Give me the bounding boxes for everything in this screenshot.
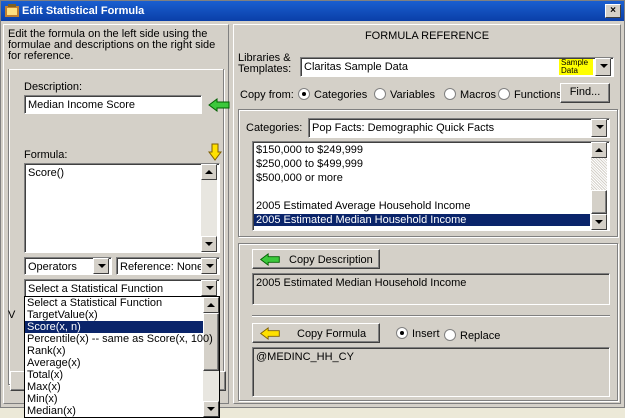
description-input[interactable]: Median Income Score: [24, 95, 202, 114]
obscured-label: V: [8, 309, 16, 321]
stat-option[interactable]: Median(x): [25, 405, 203, 417]
chevron-down-icon[interactable]: [93, 258, 109, 274]
chevron-down-icon[interactable]: [591, 119, 607, 137]
categories-label: Categories:: [246, 122, 303, 134]
stat-option[interactable]: Percentile(x) -- same as Score(x, 100): [25, 333, 213, 345]
stat-option[interactable]: Select a Statistical Function: [25, 297, 203, 309]
variable-item[interactable]: 2005 Estimated Average Household Income: [254, 200, 590, 212]
title-bar[interactable]: Edit Statistical Formula ×: [1, 1, 624, 21]
radio-categories-label: Categories: [314, 89, 368, 101]
formula-preview: @MEDINC_HH_CY: [252, 347, 610, 397]
variable-item[interactable]: 2005 Estimated Median Household Income: [254, 214, 590, 226]
radio-replace-label: Replace: [460, 330, 501, 342]
left-arrow-yellow-icon: [259, 327, 280, 340]
left-arrow-green-icon: [259, 253, 280, 266]
dialog-window: Edit Statistical Formula × Edit the form…: [0, 0, 625, 418]
copy-to-description-icon[interactable]: [208, 98, 230, 112]
copy-description-button[interactable]: Copy Description: [252, 249, 380, 269]
radio-insert[interactable]: [396, 327, 408, 339]
libraries-label: Libraries & Templates:: [238, 52, 292, 75]
dropdown-scrollbar[interactable]: [203, 297, 219, 417]
scroll-up-icon[interactable]: [591, 142, 607, 158]
variable-item[interactable]: $250,000 to $499,999: [254, 158, 590, 170]
scroll-down-icon[interactable]: [591, 214, 607, 230]
stat-option[interactable]: TargetValue(x): [25, 309, 203, 321]
chevron-down-icon[interactable]: [595, 58, 611, 76]
left-panel: Edit the formula on the left side using …: [3, 24, 230, 418]
close-button[interactable]: ×: [605, 4, 621, 18]
find-button[interactable]: Find...: [560, 83, 610, 103]
variable-item[interactable]: [254, 186, 590, 198]
description-label: Description:: [24, 81, 83, 93]
stat-function-dropdown-list[interactable]: Select a Statistical Function TargetValue…: [24, 296, 220, 418]
radio-variables-label: Variables: [390, 89, 436, 101]
scroll-down-icon[interactable]: [203, 401, 219, 417]
copy-from-label: Copy from:: [240, 89, 294, 101]
scroll-down-icon[interactable]: [201, 236, 217, 252]
operators-select[interactable]: Operators: [24, 257, 112, 275]
variable-item[interactable]: $500,000 or more: [254, 172, 590, 184]
stat-option[interactable]: Rank(x): [25, 345, 203, 357]
formula-reference-heading: FORMULA REFERENCE: [364, 30, 490, 42]
radio-variables[interactable]: [374, 88, 386, 100]
radio-replace[interactable]: [444, 329, 456, 341]
separator: [252, 315, 610, 317]
categories-select[interactable]: Pop Facts: Demographic Quick Facts: [308, 118, 610, 138]
library-select[interactable]: Claritas Sample Data Sample Data: [300, 57, 614, 77]
radio-macros[interactable]: [444, 88, 456, 100]
instructions-text: Edit the formula on the left side using …: [8, 28, 216, 62]
stat-function-select[interactable]: Select a Statistical Function: [24, 279, 220, 297]
stat-option[interactable]: Score(x, n): [25, 321, 203, 333]
variables-scrollbar[interactable]: [591, 142, 607, 230]
formula-textarea[interactable]: Score(): [24, 163, 220, 253]
sample-data-badge: Sample Data: [559, 59, 593, 75]
right-panel: FORMULA REFERENCE Libraries & Templates: …: [233, 24, 621, 404]
variable-item[interactable]: $150,000 to $249,999: [254, 144, 590, 156]
radio-categories[interactable]: [298, 88, 310, 100]
formula-label: Formula:: [24, 149, 68, 161]
formula-scrollbar[interactable]: [201, 164, 217, 252]
description-preview: 2005 Estimated Median Household Income: [252, 273, 610, 305]
scroll-thumb[interactable]: [591, 190, 607, 214]
stat-option[interactable]: Total(x): [25, 369, 203, 381]
radio-functions-label: Functions: [514, 89, 562, 101]
stat-option[interactable]: Min(x): [25, 393, 203, 405]
chevron-down-icon[interactable]: [201, 280, 217, 296]
stat-option[interactable]: Max(x): [25, 381, 203, 393]
scroll-up-icon[interactable]: [203, 297, 219, 313]
copy-formula-button[interactable]: Copy Formula: [252, 323, 380, 343]
radio-macros-label: Macros: [460, 89, 497, 101]
scroll-up-icon[interactable]: [201, 164, 217, 180]
chevron-down-icon[interactable]: [201, 258, 217, 274]
stat-option[interactable]: Average(x): [25, 357, 203, 369]
variables-list[interactable]: $150,000 to $249,999 $250,000 to $499,999…: [252, 141, 610, 231]
app-icon: [5, 4, 19, 17]
insert-down-arrow-icon[interactable]: [208, 143, 222, 161]
reference-select[interactable]: Reference: None: [116, 257, 220, 275]
window-title: Edit Statistical Formula: [22, 5, 145, 17]
radio-functions[interactable]: [498, 88, 510, 100]
radio-insert-label: Insert: [412, 328, 440, 340]
